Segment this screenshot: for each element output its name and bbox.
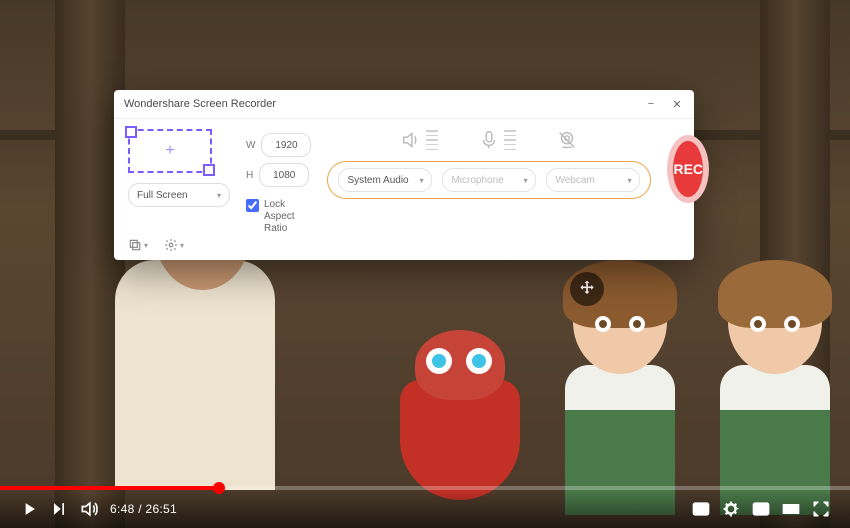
height-label: H <box>246 170 253 181</box>
next-button[interactable] <box>44 494 74 524</box>
volume-button[interactable] <box>74 494 104 524</box>
webcam-label: Webcam <box>555 175 594 186</box>
character-girl <box>700 270 850 520</box>
record-button[interactable]: REC <box>667 135 709 203</box>
speaker-icon <box>400 129 438 151</box>
plus-icon: + <box>165 142 174 160</box>
recorder-window: Wondershare Screen Recorder − ✕ + Full S… <box>114 90 694 260</box>
webcam-icon <box>556 129 578 151</box>
system-audio-dropdown[interactable]: System Audio ▾ <box>338 168 432 192</box>
system-audio-label: System Audio <box>347 175 408 186</box>
capture-mode-dropdown[interactable]: Full Screen ▾ <box>128 183 230 207</box>
play-button[interactable] <box>14 494 44 524</box>
time-display: 6:48 / 26:51 <box>110 502 177 516</box>
recorder-titlebar[interactable]: Wondershare Screen Recorder − ✕ <box>114 90 694 119</box>
window-minimize-button[interactable]: − <box>644 97 658 111</box>
lock-aspect-checkbox[interactable] <box>246 199 259 212</box>
capture-area-selector[interactable]: + <box>128 129 212 173</box>
window-close-button[interactable]: ✕ <box>670 97 684 111</box>
time-total: 26:51 <box>145 502 177 516</box>
chevron-down-icon: ▾ <box>217 191 221 200</box>
theater-mode-button[interactable] <box>776 494 806 524</box>
output-settings-button[interactable]: ▾ <box>128 238 148 252</box>
miniplayer-button[interactable] <box>746 494 776 524</box>
height-input[interactable] <box>259 163 309 187</box>
capture-mode-label: Full Screen <box>137 190 188 201</box>
character-boy <box>545 270 695 520</box>
settings-gear-button[interactable] <box>716 494 746 524</box>
lock-aspect-label: Lock Aspect Ratio <box>264 199 311 235</box>
microphone-dropdown[interactable]: Microphone ▾ <box>442 168 536 192</box>
captions-button[interactable] <box>686 494 716 524</box>
microphone-label: Microphone <box>451 175 503 186</box>
video-frame-background <box>0 0 850 528</box>
chevron-down-icon: ▾ <box>419 176 423 185</box>
width-input[interactable] <box>261 133 311 157</box>
fullscreen-button[interactable] <box>806 494 836 524</box>
webcam-dropdown[interactable]: Webcam ▾ <box>546 168 640 192</box>
time-current: 6:48 <box>110 502 135 516</box>
settings-button[interactable]: ▾ <box>164 238 184 252</box>
width-label: W <box>246 140 255 151</box>
video-player-controls: 6:48 / 26:51 <box>0 490 850 528</box>
lock-aspect-ratio[interactable]: Lock Aspect Ratio <box>246 199 311 235</box>
audio-source-highlight: System Audio ▾ Microphone ▾ Webcam ▾ <box>327 161 651 199</box>
recorder-title: Wondershare Screen Recorder <box>124 98 276 110</box>
chevron-down-icon: ▾ <box>523 176 527 185</box>
record-button-label: REC <box>673 161 703 177</box>
character-robot <box>390 320 530 500</box>
move-handle[interactable] <box>570 272 604 306</box>
microphone-icon <box>478 129 516 151</box>
chevron-down-icon: ▾ <box>627 176 631 185</box>
